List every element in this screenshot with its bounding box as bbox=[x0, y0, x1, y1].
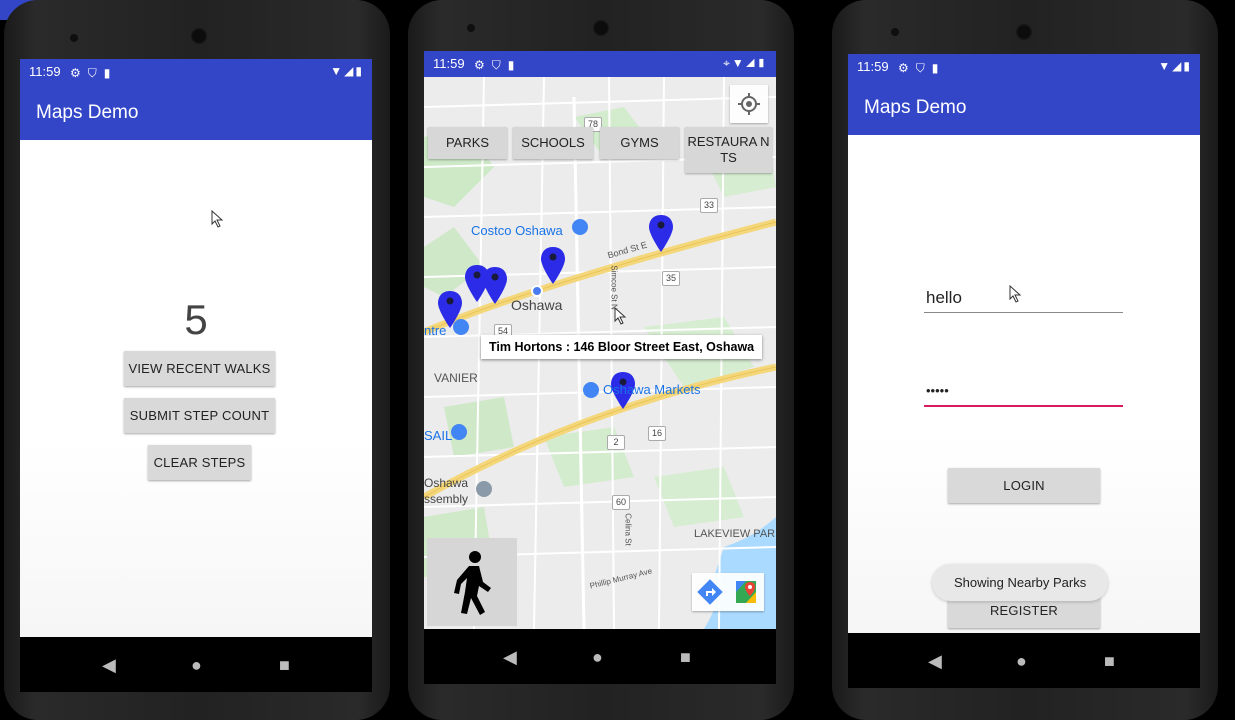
back-icon[interactable]: ◀ bbox=[503, 647, 517, 668]
signal-icon: ◢ bbox=[745, 56, 757, 70]
route-shield: 60 bbox=[612, 495, 630, 510]
route-shield: 2 bbox=[607, 435, 625, 450]
phone-map: 11:59 ⚙ ⛉ ▮ ⌖▼◢▮ Bond St E Simcoe St N C… bbox=[408, 0, 794, 720]
map-label-markets: Oshawa Markets bbox=[603, 382, 701, 397]
wifi-icon: ▼ bbox=[731, 56, 746, 70]
signal-icon: ◢ bbox=[1172, 59, 1184, 73]
walking-person-icon bbox=[454, 551, 491, 615]
map-view[interactable]: Bond St E Simcoe St N Celina St Phillip … bbox=[424, 77, 776, 629]
battery-icon: ▮ bbox=[1183, 59, 1192, 73]
recents-icon[interactable]: ■ bbox=[680, 647, 691, 668]
screen-map: 11:59 ⚙ ⛉ ▮ ⌖▼◢▮ Bond St E Simcoe St N C… bbox=[424, 51, 776, 629]
main-content: hello ••••• LOGIN REGISTER Showing Nearb… bbox=[848, 135, 1200, 633]
sd-card-icon: ▮ bbox=[507, 58, 515, 72]
front-camera bbox=[592, 19, 610, 37]
phone-login: 11:59 ⚙ ⛉ ▮ ▼◢▮ Maps Demo hello ••••• LOGI… bbox=[832, 0, 1218, 720]
status-bar: 11:59 ⚙ ⛉ ▮ ▼◢▮ bbox=[848, 54, 1200, 80]
map-label-centre: ntre bbox=[424, 323, 447, 338]
login-button[interactable]: LOGIN bbox=[948, 468, 1100, 503]
map-label-vanier: VANIER bbox=[434, 371, 478, 385]
battery-icon: ▮ bbox=[756, 56, 768, 70]
screen-login: 11:59 ⚙ ⛉ ▮ ▼◢▮ Maps Demo hello ••••• LOGI… bbox=[848, 54, 1200, 633]
speaker-dot bbox=[467, 24, 475, 32]
route-shield: 16 bbox=[648, 426, 666, 441]
settings-icon: ⚙ bbox=[70, 66, 81, 80]
map-toolbar bbox=[692, 573, 764, 611]
view-recent-walks-button[interactable]: VIEW RECENT WALKS bbox=[124, 351, 275, 386]
status-time: 11:59 bbox=[857, 59, 889, 74]
clear-steps-button[interactable]: CLEAR STEPS bbox=[148, 445, 251, 480]
submit-step-count-button[interactable]: SUBMIT STEP COUNT bbox=[124, 398, 275, 433]
username-underline bbox=[924, 312, 1123, 313]
username-value: hello bbox=[926, 288, 962, 307]
app-title: Maps Demo bbox=[864, 97, 967, 118]
wifi-icon: ▼ bbox=[330, 64, 345, 78]
map-label-sail: SAIL bbox=[424, 428, 453, 443]
google-maps-icon[interactable] bbox=[728, 573, 764, 611]
route-shield: 33 bbox=[700, 198, 718, 213]
map-label-assembly-1: Oshawa bbox=[424, 476, 469, 490]
route-shield: 35 bbox=[662, 271, 680, 286]
screen-step-counter: 11:59 ⚙ ⛉ ▮ ▼◢▮ Maps Demo 5 VIEW RECENT WA… bbox=[20, 59, 372, 637]
home-icon[interactable]: ● bbox=[191, 655, 202, 676]
status-bar: 11:59 ⚙ ⛉ ▮ ▼◢▮ bbox=[20, 59, 372, 85]
speaker-dot bbox=[891, 28, 899, 36]
main-content: 5 VIEW RECENT WALKS SUBMIT STEP COUNT CL… bbox=[20, 140, 372, 637]
shield-icon: ⛉ bbox=[87, 66, 97, 80]
filter-schools-button[interactable]: SCHOOLS bbox=[513, 127, 593, 159]
shield-icon: ⛉ bbox=[491, 58, 501, 72]
nav-bar: ◀ ● ■ bbox=[20, 637, 372, 692]
map-label-simcoe: Simcoe St N bbox=[609, 265, 619, 310]
back-icon[interactable]: ◀ bbox=[102, 655, 116, 676]
speaker-dot bbox=[70, 34, 78, 42]
status-time: 11:59 bbox=[29, 64, 61, 79]
map-label-oshawa: Oshawa bbox=[511, 297, 563, 313]
filter-restaurants-button[interactable]: RESTAURA NTS bbox=[685, 127, 772, 173]
sd-card-icon: ▮ bbox=[931, 61, 939, 75]
recents-icon[interactable]: ■ bbox=[279, 655, 290, 676]
step-count-display: 5 bbox=[184, 296, 208, 343]
directions-icon[interactable] bbox=[692, 573, 728, 611]
toast-message: Showing Nearby Parks bbox=[932, 564, 1109, 601]
app-bar: Maps Demo bbox=[20, 85, 372, 140]
front-camera bbox=[190, 27, 208, 45]
settings-icon: ⚙ bbox=[898, 61, 909, 75]
mouse-cursor-icon bbox=[211, 210, 224, 228]
signal-icon: ◢ bbox=[344, 64, 356, 78]
nav-bar: ◀ ● ■ bbox=[848, 633, 1200, 688]
front-camera bbox=[1015, 23, 1033, 41]
home-icon[interactable]: ● bbox=[592, 647, 603, 668]
password-field[interactable]: ••••• bbox=[924, 379, 1123, 407]
wifi-icon: ▼ bbox=[1158, 59, 1173, 73]
filter-gyms-button[interactable]: GYMS bbox=[600, 127, 679, 159]
password-value: ••••• bbox=[926, 383, 949, 398]
nav-bar: ◀ ● ■ bbox=[424, 629, 776, 684]
settings-icon: ⚙ bbox=[474, 58, 485, 72]
phone-step-counter: 11:59 ⚙ ⛉ ▮ ▼◢▮ Maps Demo 5 VIEW RECENT WA… bbox=[4, 0, 390, 720]
username-field[interactable]: hello bbox=[924, 285, 1123, 313]
app-title: Maps Demo bbox=[36, 102, 139, 123]
map-label-celina: Celina St bbox=[623, 513, 633, 546]
status-time: 11:59 bbox=[433, 56, 465, 71]
sd-card-icon: ▮ bbox=[103, 66, 111, 80]
password-underline bbox=[924, 405, 1123, 407]
recents-icon[interactable]: ■ bbox=[1104, 651, 1115, 672]
status-bar: 11:59 ⚙ ⛉ ▮ ⌖▼◢▮ bbox=[424, 51, 776, 77]
filter-parks-button[interactable]: PARKS bbox=[428, 127, 507, 159]
location-icon: ⌖ bbox=[723, 56, 732, 70]
mouse-cursor-icon bbox=[1009, 285, 1022, 303]
map-label-lakeview: LAKEVIEW PAR bbox=[694, 528, 776, 540]
shield-icon: ⛉ bbox=[915, 61, 925, 75]
my-location-button[interactable] bbox=[730, 85, 768, 123]
home-icon[interactable]: ● bbox=[1016, 651, 1027, 672]
app-bar: Maps Demo bbox=[848, 80, 1200, 135]
mouse-cursor-icon bbox=[614, 307, 627, 325]
start-walk-button[interactable] bbox=[427, 538, 517, 626]
back-icon[interactable]: ◀ bbox=[928, 651, 942, 672]
map-label-costco: Costco Oshawa bbox=[471, 223, 563, 238]
my-location-icon bbox=[738, 93, 760, 115]
marker-info-window[interactable]: Tim Hortons : 146 Bloor Street East, Osh… bbox=[481, 335, 763, 359]
map-label-assembly-2: ssembly bbox=[424, 492, 469, 506]
battery-icon: ▮ bbox=[355, 64, 364, 78]
